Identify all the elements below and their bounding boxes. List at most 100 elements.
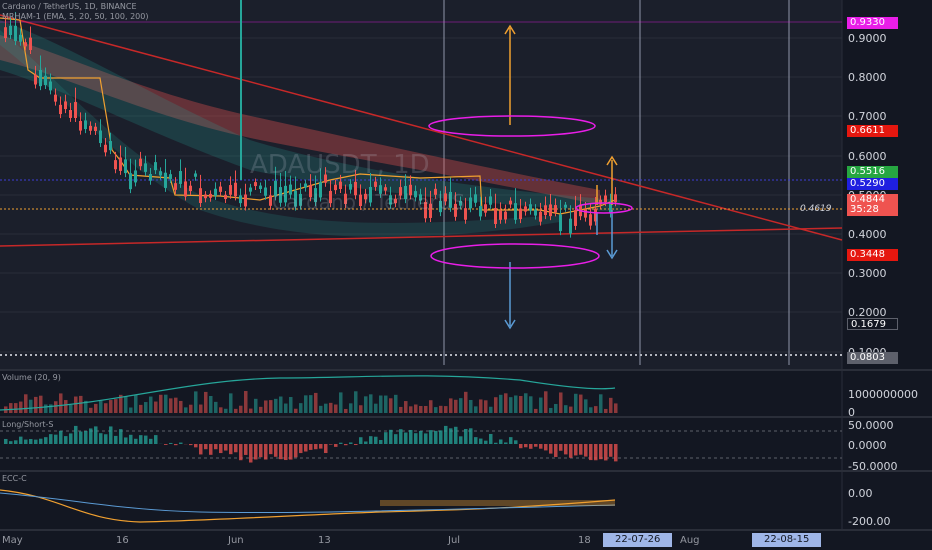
volume-bar — [299, 403, 303, 413]
candle-body — [184, 181, 187, 197]
volume-bar — [189, 404, 193, 413]
candle-body — [129, 173, 132, 190]
longshort-bar — [479, 438, 483, 444]
longshort-bar — [219, 444, 223, 454]
candle-body — [234, 182, 237, 197]
volume-bar — [404, 401, 408, 413]
candle-body — [254, 182, 257, 187]
volume-bar — [474, 406, 478, 413]
time-highlight: 22-08-15 — [752, 533, 822, 547]
longshort-bar — [404, 432, 408, 444]
volume-bar — [444, 406, 448, 413]
candle-body — [509, 200, 512, 205]
candle-body — [79, 121, 82, 131]
candle-body — [539, 211, 542, 222]
candle-body — [54, 94, 57, 102]
longshort-bar — [4, 438, 8, 444]
candle-body — [94, 126, 97, 131]
volume-bar — [79, 395, 83, 413]
candle-body — [109, 141, 112, 151]
candle-body — [209, 193, 212, 198]
volume-bar — [514, 395, 518, 413]
volume-bar — [349, 403, 353, 413]
candle-body — [194, 173, 197, 177]
volume-bar — [284, 403, 288, 413]
volume-bar — [144, 402, 148, 413]
longshort-bar — [344, 444, 348, 446]
volume-bar — [539, 397, 543, 413]
longshort-bar — [374, 436, 378, 444]
volume-bar — [394, 394, 398, 413]
longshort-pane-title[interactable]: Long/Short-S — [2, 420, 54, 429]
longshort-bar — [204, 444, 208, 450]
volume-bar — [334, 404, 338, 413]
volume-bar — [139, 404, 143, 413]
longshort-bar — [264, 444, 268, 460]
volume-bar — [439, 405, 443, 413]
volume-bar — [234, 408, 238, 413]
longshort-bar — [609, 444, 613, 457]
longshort-bar — [564, 444, 568, 455]
volume-bar — [24, 394, 28, 413]
volume-pane-title[interactable]: Volume (20, 9) — [2, 373, 61, 382]
volume-bar — [129, 407, 133, 413]
longshort-tick: 50.0000 — [848, 419, 894, 432]
watermark-name: Cardano / TetherUS — [272, 190, 465, 214]
price-tag: 0.3448 — [847, 249, 898, 261]
longshort-bar — [229, 444, 233, 455]
volume-bar — [424, 405, 428, 413]
time-tick: Jun — [228, 535, 244, 546]
volume-bar — [589, 407, 593, 413]
candle-body — [124, 159, 127, 174]
volume-bar — [449, 398, 453, 413]
longshort-bar — [279, 444, 283, 460]
chart-canvas[interactable] — [0, 0, 932, 550]
longshort-bar — [39, 438, 43, 444]
longshort-bar — [504, 442, 508, 444]
volume-bar — [604, 408, 608, 413]
volume-bar — [459, 398, 463, 413]
candle-body — [529, 204, 532, 211]
candle-body — [144, 163, 147, 172]
longshort-bar — [354, 444, 358, 446]
longshort-bar — [189, 444, 193, 446]
longshort-bar — [364, 441, 368, 444]
longshort-bar — [489, 433, 493, 444]
longshort-bar — [334, 444, 338, 447]
volume-bar — [149, 396, 153, 413]
longshort-bar — [409, 429, 413, 444]
indicator-legend[interactable]: MRHAM-1 (EMA, 5, 20, 50, 100, 200) — [2, 12, 148, 21]
longshort-bar — [244, 444, 248, 455]
chart-title: Cardano / TetherUS, 1D, BINANCE — [2, 2, 137, 11]
ecc-pane-title[interactable]: ECC-C — [2, 474, 27, 483]
volume-bar — [109, 400, 113, 413]
longshort-bar — [454, 426, 458, 444]
longshort-bar — [359, 437, 363, 444]
longshort-tick: 0.0000 — [848, 439, 887, 452]
volume-bar — [614, 403, 618, 413]
candle-body — [39, 70, 42, 87]
longshort-bar — [464, 428, 468, 444]
volume-bar — [504, 393, 508, 413]
longshort-bar — [599, 444, 603, 460]
price-tick: 0.8000 — [848, 71, 887, 84]
candle-body — [589, 214, 592, 226]
candle-body — [614, 194, 617, 203]
candle-body — [19, 34, 22, 42]
candle-body — [584, 209, 587, 218]
volume-bar — [244, 391, 248, 413]
candle-body — [219, 186, 222, 192]
candle-body — [264, 187, 267, 196]
volume-bar — [164, 394, 168, 413]
longshort-bar — [149, 438, 153, 444]
longshort-bar — [414, 433, 418, 444]
longshort-bar — [194, 444, 198, 448]
candle-body — [174, 183, 177, 190]
longshort-bar — [254, 444, 258, 460]
candle-body — [549, 204, 552, 217]
volume-bar — [204, 391, 208, 413]
candle-body — [74, 102, 77, 119]
volume-bar — [359, 405, 363, 413]
longshort-bar — [234, 444, 238, 453]
price-tag: 0.6611 — [847, 125, 898, 137]
